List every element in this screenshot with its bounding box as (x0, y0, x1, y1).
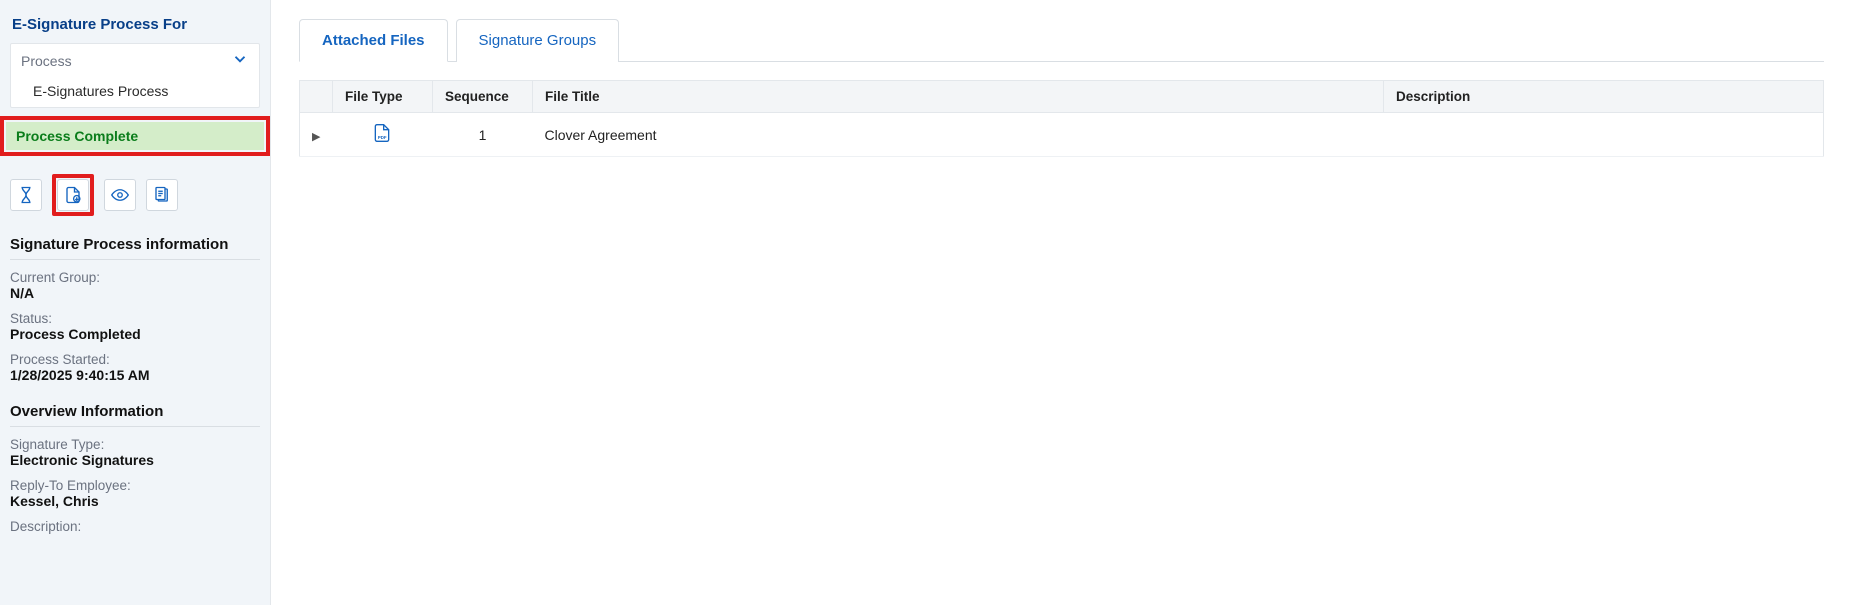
eye-icon (111, 186, 129, 204)
file-download-button[interactable] (57, 179, 89, 211)
highlight-download-button (52, 174, 94, 216)
status-label: Status: (10, 311, 260, 326)
tab-signature-groups[interactable]: Signature Groups (456, 19, 620, 62)
tab-attached-files[interactable]: Attached Files (299, 19, 448, 62)
clipboard-button[interactable] (146, 179, 178, 211)
current-group-label: Current Group: (10, 270, 260, 285)
field-current-group: Current Group: N/A (10, 270, 260, 301)
clipboard-icon (153, 186, 171, 204)
reply-to-label: Reply-To Employee: (10, 478, 260, 493)
tabs: Attached Files Signature Groups (299, 18, 1824, 62)
attached-files-table: File Type Sequence File Title Descriptio… (299, 80, 1824, 157)
section-heading-overview-info: Overview Information (10, 403, 260, 427)
main-content: Attached Files Signature Groups File Typ… (271, 0, 1852, 605)
hourglass-button[interactable] (10, 179, 42, 211)
chevron-down-icon (231, 50, 249, 71)
row-sequence: 1 (432, 113, 532, 157)
col-file-title[interactable]: File Title (532, 81, 1383, 113)
section-heading-signature-process-info: Signature Process information (10, 236, 260, 260)
col-description[interactable]: Description (1384, 81, 1824, 113)
started-value: 1/28/2025 9:40:15 AM (10, 367, 260, 383)
col-expand (300, 81, 333, 113)
expand-row-icon[interactable]: ▶ (312, 131, 320, 143)
process-dropdown-selected[interactable]: E-Signatures Process (11, 77, 259, 107)
process-dropdown[interactable]: Process E-Signatures Process (10, 43, 260, 108)
current-group-value: N/A (10, 285, 260, 301)
process-dropdown-header[interactable]: Process (11, 44, 259, 77)
sidebar: E-Signature Process For Process E-Signat… (0, 0, 271, 605)
highlight-status-banner: Process Complete (0, 116, 270, 156)
started-label: Process Started: (10, 352, 260, 367)
reply-to-value: Kessel, Chris (10, 493, 260, 509)
description-label: Description: (10, 519, 260, 534)
status-value: Process Completed (10, 326, 260, 342)
action-icon-row (10, 174, 260, 216)
field-reply-to: Reply-To Employee: Kessel, Chris (10, 478, 260, 509)
sig-type-label: Signature Type: (10, 437, 260, 452)
field-started: Process Started: 1/28/2025 9:40:15 AM (10, 352, 260, 383)
process-dropdown-label: Process (21, 53, 72, 69)
eye-button[interactable] (104, 179, 136, 211)
row-description (1384, 113, 1824, 157)
col-filetype[interactable]: File Type (332, 81, 432, 113)
table-row[interactable]: ▶ PDF 1 Clover Agreement (300, 113, 1824, 157)
sig-type-value: Electronic Signatures (10, 452, 260, 468)
status-banner: Process Complete (6, 122, 264, 150)
hourglass-icon (17, 186, 35, 204)
pdf-icon[interactable]: PDF (372, 130, 392, 146)
file-download-icon (64, 186, 82, 204)
field-signature-type: Signature Type: Electronic Signatures (10, 437, 260, 468)
svg-text:PDF: PDF (378, 135, 387, 140)
row-file-title: Clover Agreement (532, 113, 1383, 157)
col-sequence[interactable]: Sequence (432, 81, 532, 113)
sidebar-title: E-Signature Process For (10, 14, 260, 41)
field-status: Status: Process Completed (10, 311, 260, 342)
field-description: Description: (10, 519, 260, 534)
